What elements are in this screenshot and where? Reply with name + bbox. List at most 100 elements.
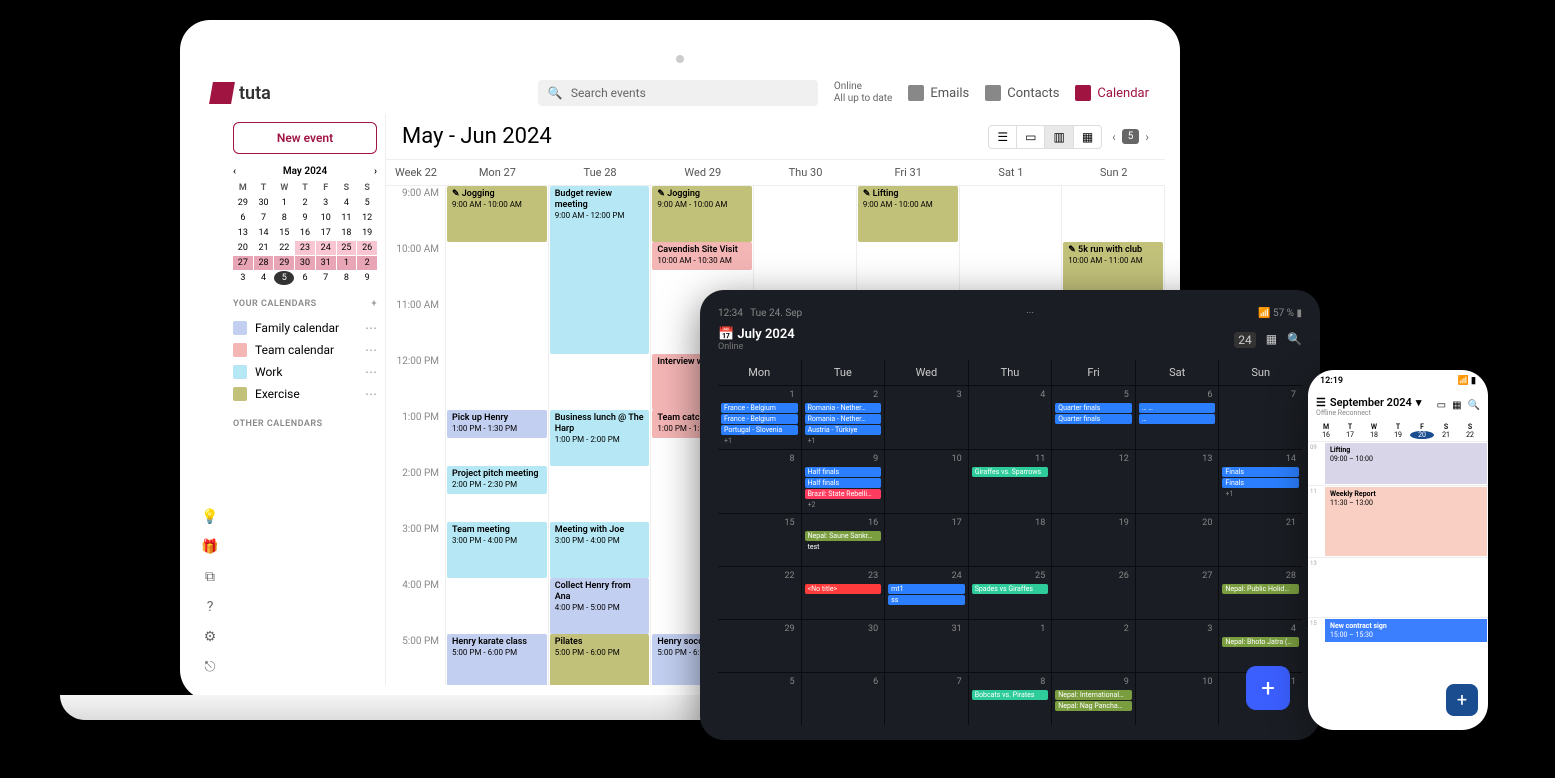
phone-view-icon[interactable]: ▭ xyxy=(1437,400,1446,411)
event-chip[interactable]: Bobcats vs. Pirates xyxy=(972,690,1049,700)
event-chip[interactable]: Quarter finals xyxy=(1055,403,1132,413)
month-cell[interactable]: 17 xyxy=(885,514,968,566)
settings-icon[interactable]: ⚙ xyxy=(201,629,219,645)
tablet-grid-icon[interactable]: ▦ xyxy=(1266,332,1277,348)
event-chip[interactable]: Nepal: Public Holid… xyxy=(1222,584,1299,594)
more-icon[interactable]: ⋯ xyxy=(365,365,377,379)
view-day[interactable]: ▭ xyxy=(1017,126,1045,148)
mini-prev[interactable]: ‹ xyxy=(233,166,236,177)
month-cell[interactable]: 7 xyxy=(1219,386,1302,449)
event[interactable]: Budget review meeting9:00 AM - 12:00 PM xyxy=(550,186,650,354)
month-cell[interactable]: 16Nepal: Saune Sankr…test xyxy=(802,514,885,566)
event-chip[interactable]: Finals xyxy=(1222,467,1299,477)
event[interactable]: ✎ Jogging9:00 AM - 10:00 AM xyxy=(652,186,752,242)
event-chip[interactable]: … xyxy=(1139,414,1216,424)
event[interactable]: Cavendish Site Visit10:00 AM - 10:30 AM xyxy=(652,242,752,270)
event[interactable]: New contract sign15:00 – 15:30 xyxy=(1325,619,1487,642)
tablet-fab-add[interactable]: + xyxy=(1246,666,1290,710)
copy-icon[interactable]: ⧉ xyxy=(201,569,219,585)
month-cell[interactable]: 21 xyxy=(1219,514,1302,566)
event-chip[interactable]: Spades vs Giraffes xyxy=(972,584,1049,594)
month-cell[interactable]: 19 xyxy=(1052,514,1135,566)
event-chip[interactable]: Quarter finals xyxy=(1055,414,1132,424)
month-cell[interactable]: 28Nepal: Public Holid… xyxy=(1219,567,1302,619)
month-cell[interactable]: 27 xyxy=(1136,567,1219,619)
month-cell[interactable]: 4Nepal: Bhoto Jatra (… xyxy=(1219,620,1302,672)
month-cell[interactable]: 7 xyxy=(885,673,968,725)
event-chip[interactable]: Romania - Nether… xyxy=(805,414,882,424)
logout-icon[interactable]: ⎋ xyxy=(201,659,219,675)
event-chip[interactable]: Romania - Nether… xyxy=(805,403,882,413)
event-chip[interactable]: Brazil: State Rebelli… xyxy=(805,489,882,499)
month-cell[interactable]: 3 xyxy=(1136,620,1219,672)
phone-week-strip[interactable]: MTWTFSS16171819202122 xyxy=(1308,421,1488,441)
event-chip[interactable]: … … xyxy=(1139,403,1216,413)
prev-period[interactable]: ‹ xyxy=(1112,130,1116,144)
brand-logo[interactable]: tuta xyxy=(211,82,271,104)
more-icon[interactable]: ⋯ xyxy=(365,343,377,357)
nav-contacts[interactable]: Contacts xyxy=(985,85,1059,101)
add-calendar-icon[interactable]: + xyxy=(372,299,377,309)
month-cell[interactable]: 8 xyxy=(718,450,801,513)
calendar-item[interactable]: Exercise⋯ xyxy=(233,383,377,405)
month-cell[interactable]: 22 xyxy=(718,567,801,619)
view-agenda[interactable]: ☰ xyxy=(989,126,1017,148)
tablet-today-badge[interactable]: 24 xyxy=(1234,332,1256,348)
event-chip[interactable]: France - Belgium xyxy=(721,414,798,424)
month-cell[interactable]: 6… …… xyxy=(1136,386,1219,449)
view-week[interactable]: ▥ xyxy=(1045,126,1073,148)
calendar-item[interactable]: Work⋯ xyxy=(233,361,377,383)
month-cell[interactable]: 1 xyxy=(969,620,1052,672)
nav-calendar[interactable]: Calendar xyxy=(1075,85,1149,101)
search-input[interactable]: 🔍 Search events xyxy=(538,80,818,106)
month-cell[interactable]: 10 xyxy=(885,450,968,513)
phone-grid-icon[interactable]: ▦ xyxy=(1452,400,1461,411)
month-cell[interactable]: 31 xyxy=(885,620,968,672)
event[interactable] xyxy=(1325,559,1487,616)
event-chip[interactable]: Nepal: Bhoto Jatra (… xyxy=(1222,637,1299,647)
month-cell[interactable]: 26 xyxy=(1052,567,1135,619)
month-cell[interactable]: 1France - BelgiumFrance - BelgiumPortuga… xyxy=(718,386,801,449)
more-icon[interactable]: ⋯ xyxy=(365,387,377,401)
month-cell[interactable]: 24mt1ss xyxy=(885,567,968,619)
event[interactable]: Lifting09:00 – 10:00 xyxy=(1325,443,1487,484)
event-chip[interactable]: Half finals xyxy=(805,478,882,488)
tablet-search-icon[interactable]: 🔍 xyxy=(1287,332,1302,348)
event[interactable]: Project pitch meeting2:00 PM - 2:30 PM xyxy=(447,466,547,494)
month-cell[interactable]: 11Giraffes vs. Sparrows xyxy=(969,450,1052,513)
event-chip[interactable]: <No title> xyxy=(805,584,882,594)
event[interactable]: ✎ Lifting9:00 AM - 10:00 AM xyxy=(858,186,958,242)
today-button[interactable]: 5 xyxy=(1122,129,1140,144)
phone-search-icon[interactable]: 🔍 xyxy=(1468,400,1480,411)
month-cell[interactable]: 9Nepal: International…Nepal: Nag Pancha… xyxy=(1052,673,1135,725)
new-event-button[interactable]: New event xyxy=(233,122,377,154)
event-chip[interactable]: Nepal: International… xyxy=(1055,690,1132,700)
event-chip[interactable]: Giraffes vs. Sparrows xyxy=(972,467,1049,477)
tablet-month-grid[interactable]: MonTueWedThuFriSatSun1France - BelgiumFr… xyxy=(718,360,1302,725)
help-icon[interactable]: ? xyxy=(201,599,219,615)
month-cell[interactable]: 10 xyxy=(1136,673,1219,725)
event-chip[interactable]: Half finals xyxy=(805,467,882,477)
event[interactable]: ✎ Jogging9:00 AM - 10:00 AM xyxy=(447,186,547,242)
month-cell[interactable]: 2Romania - Nether…Romania - Nether…Austr… xyxy=(802,386,885,449)
nav-emails[interactable]: Emails xyxy=(908,85,969,101)
month-cell[interactable]: 18 xyxy=(969,514,1052,566)
gift-icon[interactable]: 🎁 xyxy=(201,539,219,555)
calendar-item[interactable]: Family calendar⋯ xyxy=(233,317,377,339)
month-cell[interactable]: 15 xyxy=(718,514,801,566)
mini-next[interactable]: › xyxy=(374,166,377,177)
month-cell[interactable]: 25Spades vs Giraffes xyxy=(969,567,1052,619)
month-cell[interactable]: 12 xyxy=(1052,450,1135,513)
month-cell[interactable]: 8Bobcats vs. Pirates xyxy=(969,673,1052,725)
month-cell[interactable]: 20 xyxy=(1136,514,1219,566)
event[interactable]: Pilates5:00 PM - 6:00 PM xyxy=(550,634,650,685)
month-cell[interactable]: 14FinalsFinals+1 xyxy=(1219,450,1302,513)
calendar-item[interactable]: Team calendar⋯ xyxy=(233,339,377,361)
event[interactable]: Weekly Report11:30 – 13:00 xyxy=(1325,487,1487,556)
event-chip[interactable]: test xyxy=(805,542,882,552)
event[interactable]: Henry karate class5:00 PM - 6:00 PM xyxy=(447,634,547,685)
lightbulb-icon[interactable]: 💡 xyxy=(201,509,219,525)
month-cell[interactable]: 30 xyxy=(802,620,885,672)
month-cell[interactable]: 5Quarter finalsQuarter finals xyxy=(1052,386,1135,449)
month-cell[interactable]: 13 xyxy=(1136,450,1219,513)
